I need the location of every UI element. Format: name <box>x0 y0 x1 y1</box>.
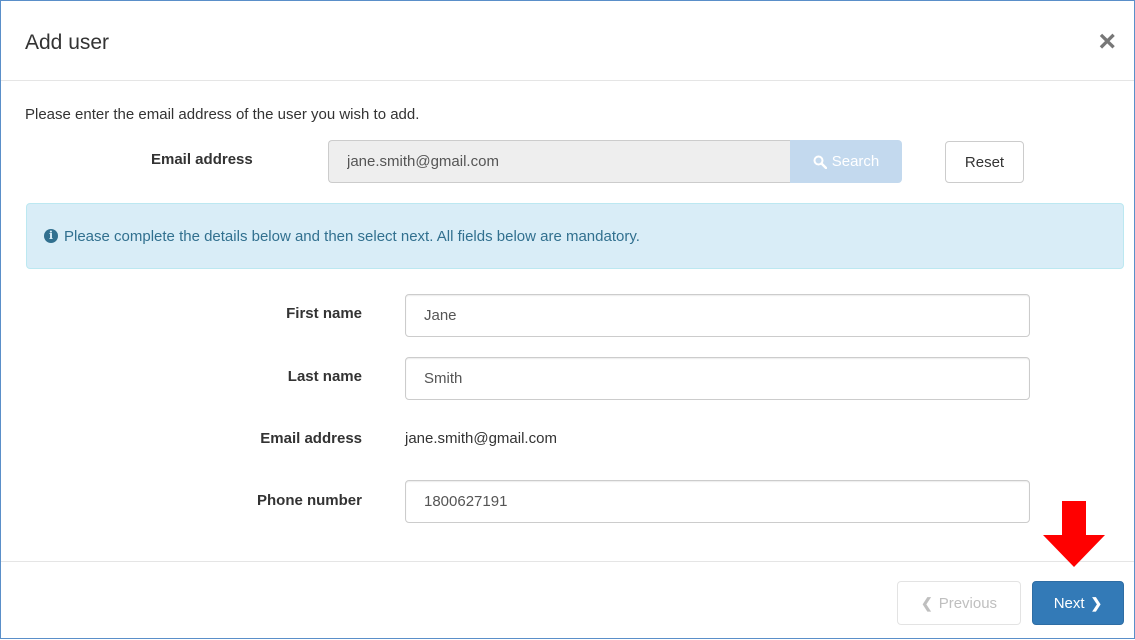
search-button[interactable]: Search <box>790 140 902 183</box>
phone-label: Phone number <box>256 492 362 509</box>
next-button-label: Next <box>1053 594 1085 612</box>
close-icon[interactable]: × <box>1098 27 1116 57</box>
email-search-group: Search <box>328 140 902 183</box>
chevron-left-icon: ❮ <box>920 594 933 611</box>
email-value: jane.smith@gmail.com <box>405 430 557 447</box>
search-email-input[interactable] <box>328 140 790 183</box>
phone-input[interactable] <box>405 480 1030 523</box>
info-alert: i Please complete the details below and … <box>26 203 1124 269</box>
chevron-right-icon: ❯ <box>1090 594 1103 611</box>
alert-text: Please complete the details below and th… <box>64 227 640 245</box>
first-name-input[interactable] <box>405 294 1030 337</box>
reset-button[interactable]: Reset <box>945 141 1024 183</box>
previous-button[interactable]: ❮ Previous <box>897 581 1021 625</box>
previous-button-label: Previous <box>938 594 998 612</box>
first-name-label: First name <box>286 305 362 322</box>
dialog-header: Add user × <box>1 1 1134 81</box>
add-user-dialog: Add user × Please enter the email addres… <box>0 0 1135 639</box>
search-email-label: Email address <box>151 151 253 168</box>
dialog-title: Add user <box>25 31 110 54</box>
search-button-label: Search <box>831 153 880 170</box>
email-label: Email address <box>260 430 362 447</box>
last-name-label: Last name <box>287 368 362 385</box>
search-icon <box>813 155 827 169</box>
intro-text: Please enter the email address of the us… <box>25 106 420 123</box>
last-name-input[interactable] <box>405 357 1030 400</box>
info-icon: i <box>44 229 58 243</box>
annotation-arrow-down-icon <box>1043 501 1105 567</box>
next-button[interactable]: Next ❯ <box>1032 581 1124 625</box>
